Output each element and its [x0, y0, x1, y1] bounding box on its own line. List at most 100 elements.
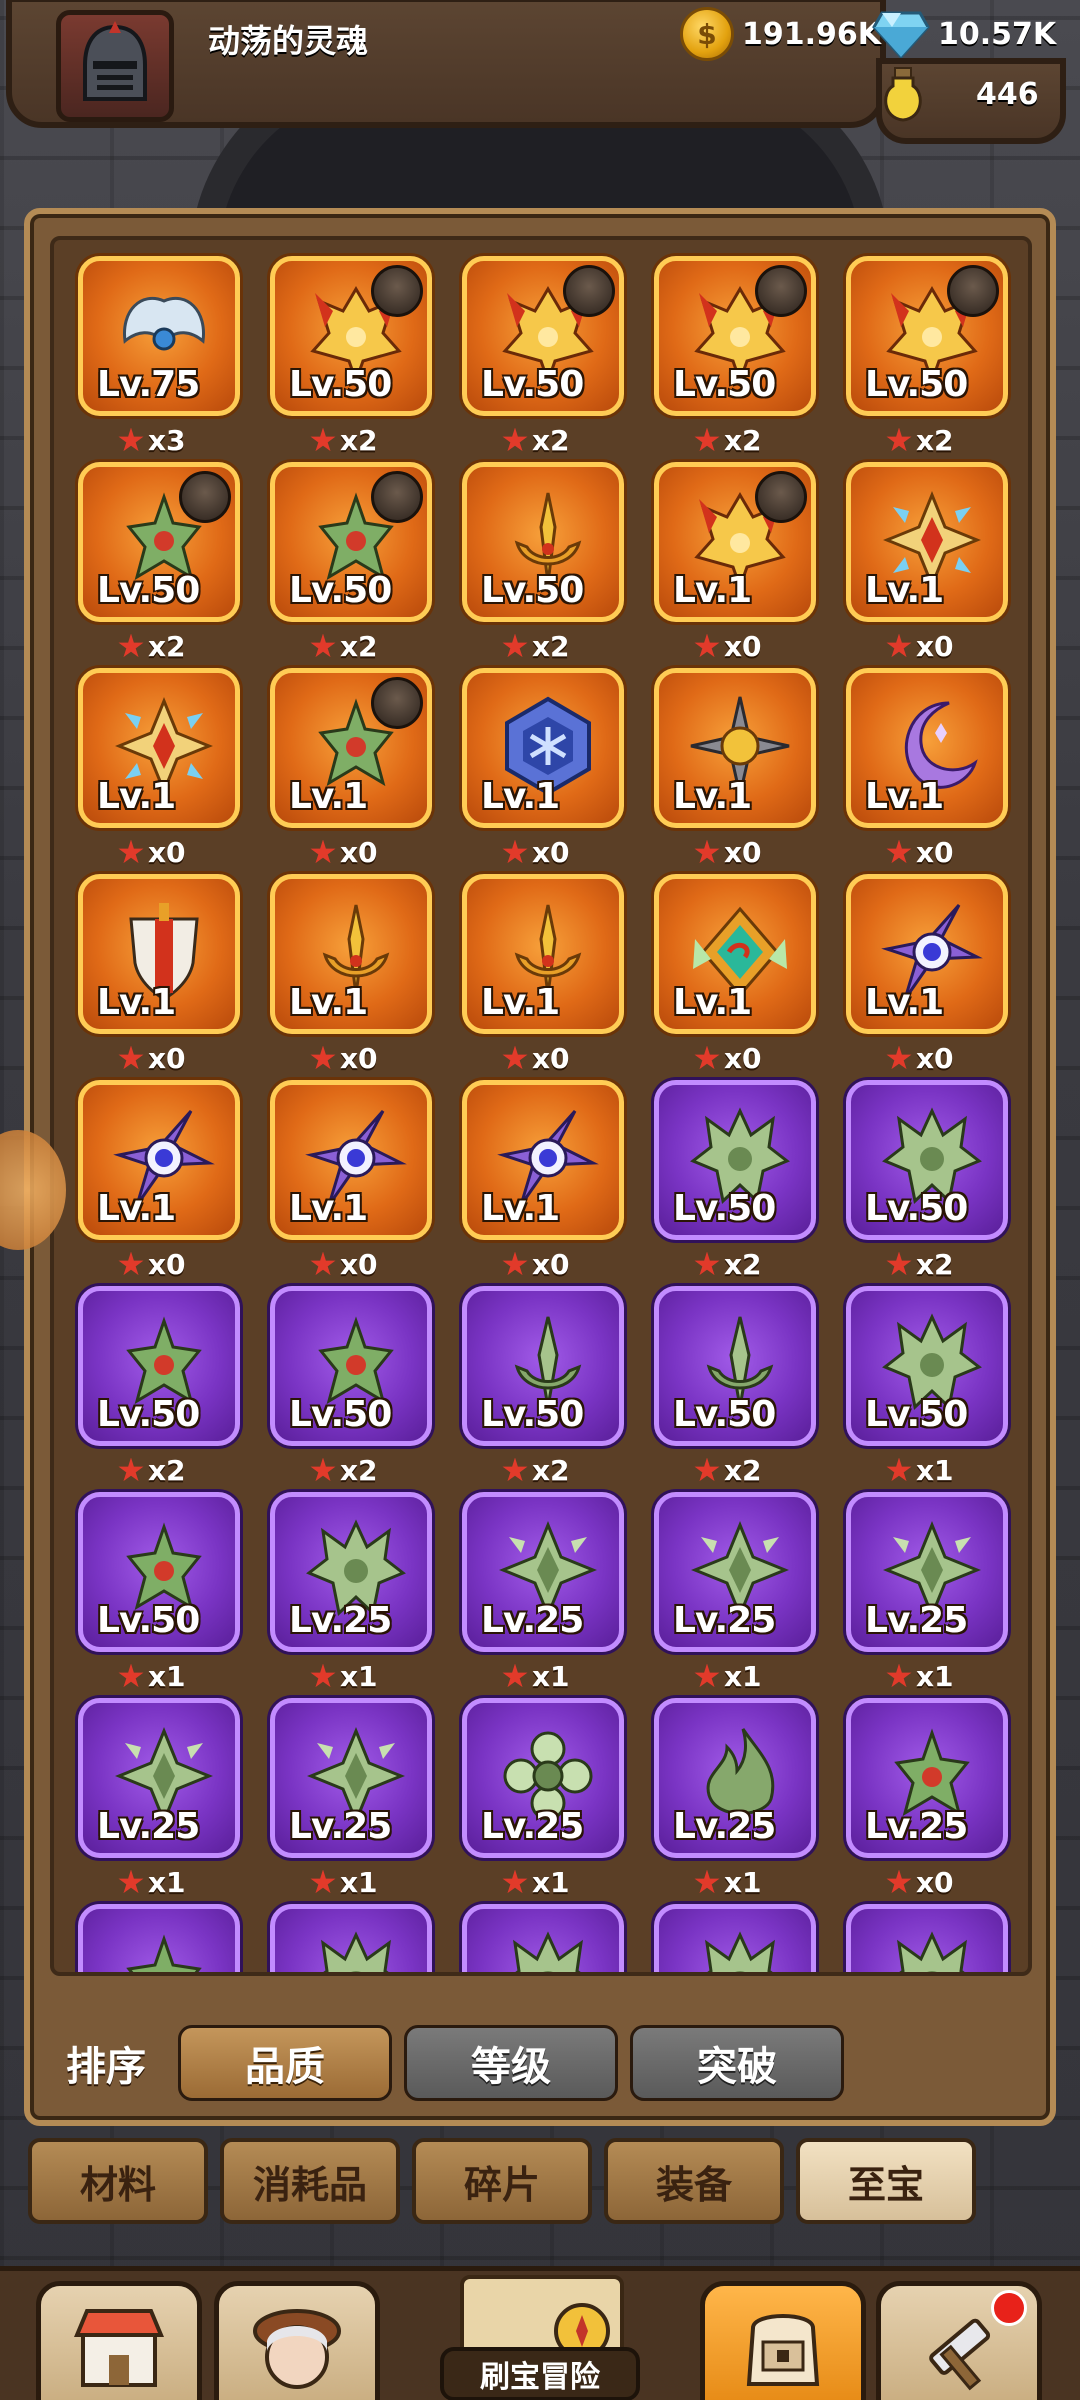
inventory-item[interactable]: Lv.1 x0: [846, 462, 1008, 663]
inventory-item[interactable]: Lv.1 x0: [846, 668, 1008, 869]
shop-icon: [74, 2309, 164, 2387]
inventory-item[interactable]: Lv.50 x2: [846, 1080, 1008, 1281]
bottom-nav: 刷宝冒险: [0, 2266, 1080, 2400]
item-level: Lv.1: [97, 1188, 176, 1229]
inventory-item[interactable]: Lv.1 x0: [462, 668, 624, 869]
item-level: Lv.50: [865, 364, 968, 405]
inventory-item[interactable]: Lv.1 x0: [654, 668, 816, 869]
inventory-item[interactable]: Lv.50 x2: [78, 462, 240, 663]
inventory-item[interactable]: Lv.1 x0: [78, 668, 240, 869]
tab-treasures[interactable]: 至宝: [796, 2138, 976, 2224]
inventory-item[interactable]: [846, 1904, 1008, 1972]
inventory-item[interactable]: Lv.75 x3: [78, 256, 240, 457]
inventory-item[interactable]: Lv.50 x2: [654, 256, 816, 457]
gold-resource[interactable]: $ 191.96K: [680, 2, 881, 66]
sort-level-button[interactable]: 等级: [404, 2025, 618, 2101]
inventory-item[interactable]: Lv.50 x2: [78, 1286, 240, 1487]
inventory-item[interactable]: Lv.25 x0: [846, 1698, 1008, 1899]
inventory-item[interactable]: Lv.1 x0: [462, 1080, 624, 1281]
inventory-item[interactable]: Lv.25 x1: [654, 1492, 816, 1693]
nav-backpack-button[interactable]: [700, 2281, 866, 2400]
inventory-item[interactable]: Lv.50 x2: [654, 1286, 816, 1487]
inventory-item[interactable]: Lv.1 x0: [270, 874, 432, 1075]
item-level: Lv.25: [865, 1806, 968, 1847]
inventory-item[interactable]: Lv.1 x0: [846, 874, 1008, 1075]
tab-consumables[interactable]: 消耗品: [220, 2138, 400, 2224]
nav-forge-button[interactable]: [876, 2281, 1042, 2400]
star-count: x0: [502, 836, 570, 869]
item-level: Lv.50: [289, 570, 392, 611]
inventory-item[interactable]: Lv.50 x1: [846, 1286, 1008, 1487]
item-level: Lv.25: [673, 1600, 776, 1641]
red-star-icon: [118, 1251, 144, 1276]
star-count-value: x1: [724, 1660, 762, 1693]
orange-rarity-tile: Lv.1: [846, 874, 1008, 1034]
item-level: Lv.1: [481, 982, 560, 1023]
purple-rarity-tile: Lv.50: [78, 1492, 240, 1652]
inventory-item[interactable]: Lv.50 x2: [270, 462, 432, 663]
hero-portrait-icon: [253, 2309, 341, 2389]
red-star-icon: [886, 633, 912, 658]
inventory-item[interactable]: Lv.1 x0: [462, 874, 624, 1075]
nav-adventure-button[interactable]: 刷宝冒险: [392, 2271, 690, 2400]
player-avatar[interactable]: [56, 10, 174, 122]
tab-fragments[interactable]: 碎片: [412, 2138, 592, 2224]
nav-shop-button[interactable]: [36, 2281, 202, 2400]
knight-helmet-icon: [83, 21, 147, 101]
inventory-item[interactable]: Lv.25 x1: [462, 1492, 624, 1693]
inventory-item[interactable]: Lv.25 x1: [78, 1698, 240, 1899]
inventory-item[interactable]: Lv.1 x0: [270, 1080, 432, 1281]
inventory-item[interactable]: [78, 1904, 240, 1972]
inventory-item[interactable]: [462, 1904, 624, 1972]
purple-rarity-tile: Lv.50: [846, 1286, 1008, 1446]
gem-value: 10.57K: [938, 16, 1057, 52]
inventory-item[interactable]: Lv.25 x1: [270, 1698, 432, 1899]
inventory-item[interactable]: Lv.50 x2: [846, 256, 1008, 457]
inventory-item[interactable]: Lv.25 x1: [654, 1698, 816, 1899]
orange-rarity-tile: Lv.50: [654, 256, 816, 416]
inventory-item[interactable]: Lv.25 x1: [846, 1492, 1008, 1693]
star-count-value: x1: [916, 1660, 954, 1693]
tab-materials[interactable]: 材料: [28, 2138, 208, 2224]
inventory-item[interactable]: Lv.1 x0: [78, 1080, 240, 1281]
inventory-item[interactable]: Lv.1 x0: [78, 874, 240, 1075]
inventory-item[interactable]: Lv.50 x2: [462, 256, 624, 457]
inventory-item[interactable]: Lv.1 x0: [654, 874, 816, 1075]
item-grid-frame[interactable]: Lv.75 x3 Lv.50 x2 Lv.50 x2 Lv.50 x2 Lv.50 x2 Lv.50…: [50, 236, 1032, 1976]
nav-hero-button[interactable]: [214, 2281, 380, 2400]
item-level: Lv.1: [481, 1188, 560, 1229]
inventory-item[interactable]: Lv.50 x2: [270, 256, 432, 457]
sort-quality-button[interactable]: 品质: [178, 2025, 392, 2101]
orange-rarity-tile: Lv.1: [846, 668, 1008, 828]
orange-rarity-tile: Lv.1: [270, 874, 432, 1034]
star-count: x2: [886, 1248, 954, 1281]
inventory-item[interactable]: Lv.50 x2: [462, 1286, 624, 1487]
inventory-item[interactable]: Lv.50 x2: [654, 1080, 816, 1281]
inventory-item[interactable]: Lv.50 x2: [270, 1286, 432, 1487]
orange-rarity-tile: Lv.1: [78, 1080, 240, 1240]
star-count: x0: [694, 1042, 762, 1075]
sort-breakthrough-button[interactable]: 突破: [630, 2025, 844, 2101]
orange-rarity-tile: Lv.1: [462, 1080, 624, 1240]
star-count-value: x0: [724, 630, 762, 663]
inventory-item[interactable]: [654, 1904, 816, 1972]
purple-rarity-tile: Lv.25: [654, 1492, 816, 1652]
tab-equipment[interactable]: 装备: [604, 2138, 784, 2224]
red-star-icon: [886, 839, 912, 864]
star-count: x1: [118, 1660, 186, 1693]
red-star-icon: [310, 1457, 336, 1482]
inventory-item[interactable]: [270, 1904, 432, 1972]
inventory-item[interactable]: Lv.1 x0: [270, 668, 432, 869]
inventory-item[interactable]: Lv.1 x0: [654, 462, 816, 663]
purple-rarity-tile: Lv.25: [462, 1492, 624, 1652]
inventory-item[interactable]: Lv.50 x2: [462, 462, 624, 663]
inventory-item[interactable]: Lv.25 x1: [270, 1492, 432, 1693]
star-count: x0: [502, 1248, 570, 1281]
orange-rarity-tile: Lv.50: [270, 256, 432, 416]
inventory-item[interactable]: Lv.50 x1: [78, 1492, 240, 1693]
potion-resource[interactable]: 446: [878, 62, 1039, 126]
inventory-item[interactable]: Lv.25 x1: [462, 1698, 624, 1899]
item-level: Lv.50: [673, 1188, 776, 1229]
gem-resource[interactable]: 10.57K: [872, 2, 1056, 66]
star-count: x1: [694, 1660, 762, 1693]
